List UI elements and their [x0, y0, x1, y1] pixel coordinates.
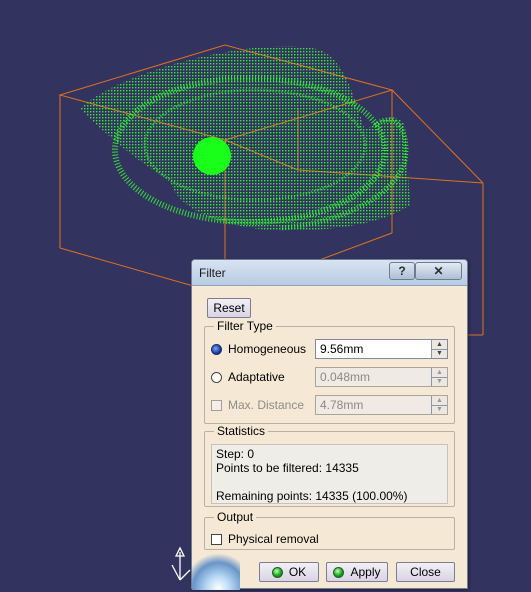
- output-group: Output Physical removal: [204, 510, 455, 550]
- statistics-group: Statistics Step: 0 Points to be filtered…: [204, 424, 455, 507]
- filter-type-legend: Filter Type: [214, 319, 276, 333]
- axis-compass-icon: [171, 546, 191, 581]
- output-legend: Output: [214, 510, 257, 524]
- adaptative-value: 0.048mm: [320, 370, 371, 384]
- spin-up-icon[interactable]: ▲: [432, 340, 447, 350]
- apply-label: Apply: [350, 565, 381, 579]
- close-icon[interactable]: ✕: [415, 262, 462, 280]
- remaining-points-text: Remaining points: 14335 (100.00%): [216, 489, 408, 503]
- homogeneous-value-spinner[interactable]: 9.56mm ▲ ▼: [315, 339, 448, 359]
- help-button[interactable]: ?: [389, 262, 415, 280]
- ok-label: OK: [288, 565, 307, 579]
- adaptative-option[interactable]: Adaptative: [211, 367, 285, 387]
- spin-down-icon[interactable]: ▼: [432, 349, 447, 358]
- max-distance-spinner: 4.78mm ▲ ▼: [315, 395, 448, 415]
- physical-removal-option[interactable]: Physical removal: [211, 529, 319, 549]
- ok-icon: [271, 566, 283, 578]
- max-distance-value: 4.78mm: [320, 398, 364, 412]
- physical-removal-checkbox[interactable]: [211, 533, 222, 545]
- apply-icon: [333, 566, 345, 578]
- reset-button[interactable]: Reset: [207, 298, 251, 318]
- statistics-box: Step: 0 Points to be filtered: 14335 Rem…: [211, 444, 448, 504]
- homogeneous-option[interactable]: Homogeneous: [211, 339, 306, 359]
- filter-type-group: Filter Type Homogeneous 9.56mm ▲ ▼ Adapta…: [204, 319, 455, 424]
- catia-orb-icon: [192, 550, 240, 590]
- points-to-filter-text: Points to be filtered: 14335: [216, 461, 359, 475]
- dialog-title: Filter: [199, 266, 226, 280]
- homogeneous-value[interactable]: 9.56mm: [316, 342, 431, 356]
- ok-button[interactable]: OK: [259, 562, 319, 582]
- homogeneous-label: Homogeneous: [228, 342, 307, 356]
- apply-button[interactable]: Apply: [326, 562, 388, 582]
- step-text: Step: 0: [216, 447, 255, 461]
- spin-down-icon: ▼: [432, 377, 447, 386]
- statistics-legend: Statistics: [214, 424, 269, 438]
- max-distance-option: Max. Distance: [211, 395, 304, 415]
- adaptative-value-spinner: 0.048mm ▲ ▼: [315, 367, 448, 387]
- max-distance-label: Max. Distance: [228, 398, 305, 412]
- spin-up-icon: ▲: [432, 396, 447, 406]
- dialog-titlebar[interactable]: Filter ? ✕: [192, 260, 467, 286]
- spin-up-icon: ▲: [432, 368, 447, 378]
- physical-removal-label: Physical removal: [228, 532, 319, 546]
- spin-down-icon: ▼: [432, 405, 447, 414]
- close-button[interactable]: Close: [396, 562, 455, 582]
- adaptative-radio[interactable]: [211, 371, 222, 383]
- adaptative-label: Adaptative: [228, 370, 285, 384]
- max-distance-checkbox: [211, 399, 222, 411]
- homogeneous-radio[interactable]: [211, 343, 222, 355]
- filter-dialog: Filter ? ✕ Reset Filter Type Homogeneous…: [191, 259, 468, 590]
